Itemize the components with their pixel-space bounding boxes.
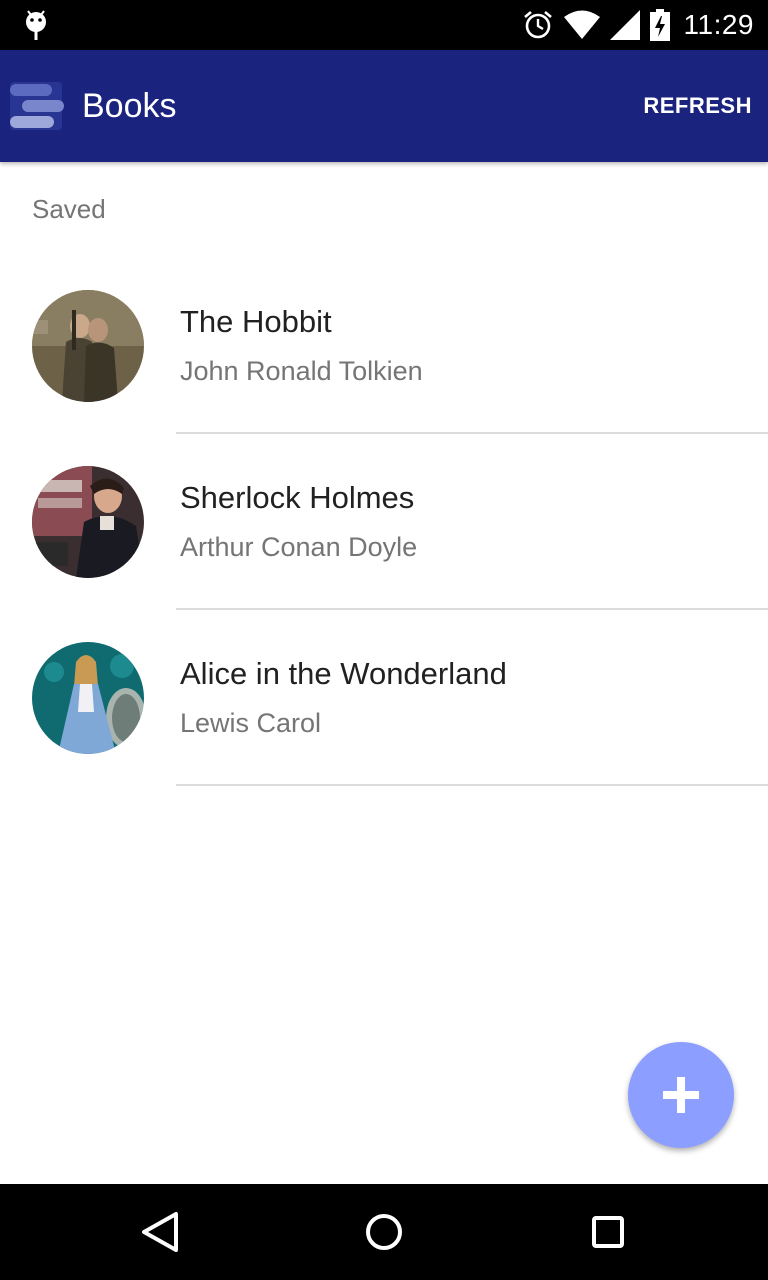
status-bar: 11:29 (0, 0, 768, 50)
navigation-bar (0, 1184, 768, 1280)
add-book-fab[interactable] (628, 1042, 734, 1148)
alarm-icon (523, 11, 552, 39)
book-title: Sherlock Holmes (180, 480, 415, 515)
app-bar: Books REFRESH (0, 50, 768, 162)
book-title: The Hobbit (180, 304, 332, 339)
wifi-icon (563, 10, 600, 39)
home-icon[interactable] (360, 1208, 408, 1256)
alice-cover-image (32, 642, 144, 754)
book-author: John Ronald Tolkien (180, 356, 423, 386)
clock: 11:29 (683, 9, 754, 40)
section-header: Saved (32, 194, 106, 224)
book-title: Alice in the Wonderland (180, 656, 507, 691)
book-list: The Hobbit John Ronald Tolkien Sherlock (0, 258, 768, 786)
hobbit-cover-image (32, 290, 144, 402)
book-list-item[interactable]: Alice in the Wonderland Lewis Carol (0, 610, 768, 786)
refresh-button[interactable]: REFRESH (643, 50, 752, 162)
battery-charging-icon (649, 9, 670, 41)
book-author: Lewis Carol (180, 708, 322, 738)
book-author: Arthur Conan Doyle (180, 532, 418, 562)
sherlock-cover-image (32, 466, 144, 578)
books-stack-logo (10, 82, 64, 130)
divider (176, 784, 768, 786)
app-title: Books (82, 87, 177, 125)
book-list-item[interactable]: Sherlock Holmes Arthur Conan Doyle (0, 434, 768, 610)
android-debug-icon (26, 10, 46, 40)
back-icon[interactable] (136, 1208, 184, 1256)
cell-signal-icon (609, 10, 640, 40)
book-list-item[interactable]: The Hobbit John Ronald Tolkien (0, 258, 768, 434)
screen: 11:29 Books REFRESH Saved The Hobbit Joh… (0, 0, 768, 1280)
recents-icon[interactable] (584, 1208, 632, 1256)
plus-icon (663, 1077, 699, 1113)
